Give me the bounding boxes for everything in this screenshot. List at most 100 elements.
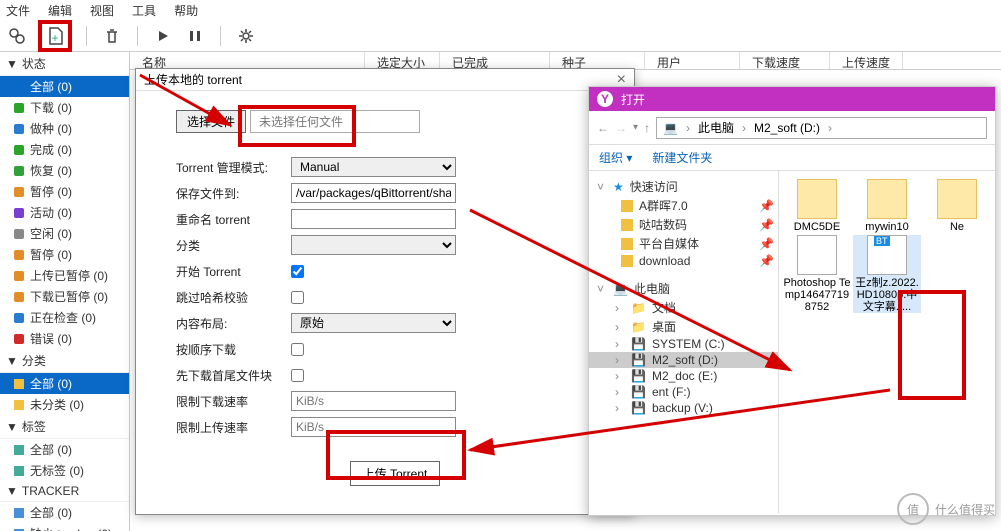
col-ulspeed[interactable]: 上传速度 [830,52,903,69]
file-item[interactable]: DMC5DE [783,179,851,233]
menu-file[interactable]: 文件 [6,2,30,18]
sidebar-item[interactable]: 活动 (0) [0,202,129,223]
sidebar-item[interactable]: 全部 (0) [0,76,129,97]
status-dot-icon [14,166,24,176]
tag-icon [14,445,24,455]
file-item[interactable]: Ne [923,179,991,233]
col-done[interactable]: 已完成 [440,52,550,69]
sidebar-item[interactable]: 暂停 (0) [0,181,129,202]
folder-icon [14,400,24,410]
category-select[interactable] [291,235,456,255]
sidebar-category-header[interactable]: ▼分类 [0,349,129,373]
svg-text:+: + [51,31,58,45]
sidebar-tracker-header[interactable]: ▼TRACKER [0,481,129,502]
saveto-label: 保存文件到: [176,185,291,202]
tree-item[interactable]: ›📁桌面 [589,317,778,336]
sidebar-item[interactable]: 做种 (0) [0,118,129,139]
tree-item[interactable]: download📌 [589,253,778,269]
tree-item[interactable]: 平台自媒体📌 [589,234,778,253]
mode-select[interactable]: Manual [291,157,456,177]
file-placeholder: 未选择任何文件 [250,110,420,133]
firstlast-checkbox[interactable] [291,369,304,382]
sidebar-item[interactable]: 空闲 (0) [0,223,129,244]
tree-item[interactable]: 哒咕数码📌 [589,215,778,234]
col-dlspeed[interactable]: 下载速度 [740,52,830,69]
tree-item[interactable]: ›💾backup (V:) [589,400,778,416]
file-icon [797,235,837,275]
new-folder-button[interactable]: 新建文件夹 [652,149,712,166]
sidebar-item[interactable]: 全部 (0) [0,439,129,460]
col-peers[interactable]: 用户 [645,52,740,69]
saveto-input[interactable] [291,183,456,203]
menu-edit[interactable]: 编辑 [48,2,72,18]
sidebar-item[interactable]: 下载已暂停 (0) [0,286,129,307]
tree-item[interactable]: A群晖7.0📌 [589,196,778,215]
tree-item[interactable]: ›💾SYSTEM (C:) [589,336,778,352]
sidebar-item[interactable]: 全部 (0) [0,502,129,523]
sidebar-item[interactable]: 上传已暂停 (0) [0,265,129,286]
picker-title: 打开 [621,91,645,108]
select-file-button[interactable]: 选择文件 [176,110,246,133]
menu-tools[interactable]: 工具 [132,2,156,18]
sidebar-item[interactable]: 缺少 tracker (0) [0,523,129,531]
tree-item[interactable]: ›💾ent (F:) [589,384,778,400]
seq-checkbox[interactable] [291,343,304,356]
tree-item[interactable]: ›💾M2_doc (E:) [589,368,778,384]
sidebar-item[interactable]: 全部 (0) [0,373,129,394]
rename-input[interactable] [291,209,456,229]
folder-icon [937,179,977,219]
delete-icon[interactable] [101,25,123,47]
upload-torrent-button[interactable]: 上传 Torrent [350,461,441,486]
sidebar-item[interactable]: 下载 (0) [0,97,129,118]
add-torrent-file-icon[interactable]: + [38,20,72,52]
path-pc[interactable]: 此电脑 [698,119,734,136]
skiphash-label: 跳过哈希校验 [176,289,291,306]
pause-icon[interactable] [184,25,206,47]
forward-icon[interactable]: → [615,121,627,135]
tree-item[interactable]: ›📁文档 [589,298,778,317]
path-drive[interactable]: M2_soft (D:) [754,121,820,135]
toolbar: + [0,20,1001,52]
menu-view[interactable]: 视图 [90,2,114,18]
col-name[interactable]: 名称 [130,52,365,69]
sidebar-item[interactable]: 错误 (0) [0,328,129,349]
tree-quickaccess[interactable]: ˅★快速访问 [589,177,778,196]
organize-menu[interactable]: 组织 ▾ [599,149,632,166]
gear-icon[interactable] [235,25,257,47]
start-checkbox[interactable] [291,265,304,278]
col-seeds[interactable]: 种子 [550,52,645,69]
file-picker-window: Y 打开 ← → ▾ ↑ 💻 › 此电脑 › M2_soft (D:) › 组织… [588,86,996,516]
sidebar-tags-header[interactable]: ▼标签 [0,415,129,439]
back-icon[interactable]: ← [597,121,609,135]
sidebar-item[interactable]: 暂停 (0) [0,244,129,265]
add-link-icon[interactable] [6,25,28,47]
layout-select[interactable]: 原始 [291,313,456,333]
file-label: Ne [950,221,964,233]
sidebar-item[interactable]: 恢复 (0) [0,160,129,181]
dllimit-input[interactable] [291,391,456,411]
drive-icon: 💾 [631,337,646,351]
tracker-icon [14,508,24,518]
sidebar-status-header[interactable]: ▼状态 [0,52,129,76]
file-item[interactable]: mywin10 [853,179,921,233]
sidebar-item[interactable]: 无标签 (0) [0,460,129,481]
col-size[interactable]: 选定大小 [365,52,440,69]
up-icon[interactable]: ↑ [644,121,650,135]
menu-bar: 文件 编辑 视图 工具 帮助 [0,0,1001,20]
ullimit-label: 限制上传速率 [176,419,291,436]
status-dot-icon [14,229,24,239]
ullimit-input[interactable] [291,417,456,437]
start-label: 开始 Torrent [176,263,291,280]
play-icon[interactable] [152,25,174,47]
skiphash-checkbox[interactable] [291,291,304,304]
tree-thispc[interactable]: ˅💻此电脑 [589,279,778,298]
tree-item[interactable]: ›💾M2_soft (D:) [589,352,778,368]
file-item[interactable]: BT王z制z.2022.HD1080p.中文字幕.t... [853,235,921,313]
sidebar-item[interactable]: 正在检查 (0) [0,307,129,328]
sidebar-item[interactable]: 未分类 (0) [0,394,129,415]
path-bar[interactable]: 💻 › 此电脑 › M2_soft (D:) › [656,117,987,139]
file-item[interactable]: Photoshop Temp146477198752 [783,235,851,313]
chevron-down-icon[interactable]: ▾ [633,122,638,133]
menu-help[interactable]: 帮助 [174,2,198,18]
sidebar-item[interactable]: 完成 (0) [0,139,129,160]
